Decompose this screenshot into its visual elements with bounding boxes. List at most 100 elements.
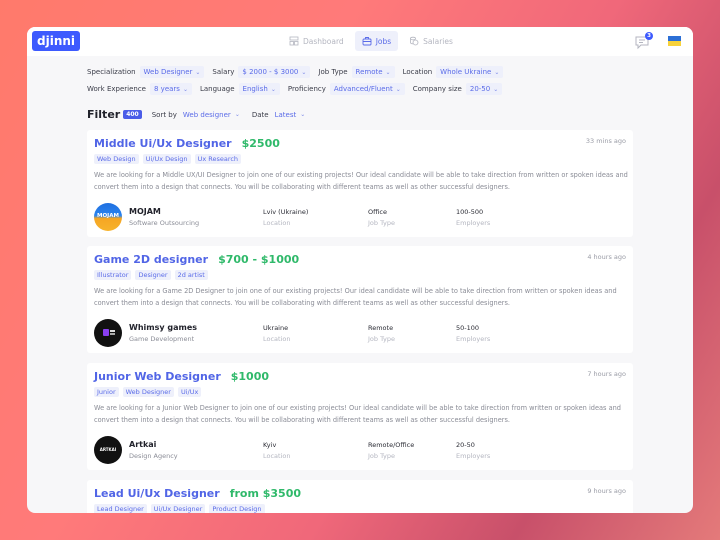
job-posted-time: 9 hours ago (587, 487, 626, 495)
job-posted-time: 7 hours ago (587, 370, 626, 378)
salary-select[interactable]: $ 2000 - $ 3000 ⌄ (238, 66, 311, 78)
job-tag[interactable]: Designer (135, 270, 171, 280)
location-label: Location (263, 335, 291, 343)
nav-salaries-label: Salaries (423, 36, 453, 46)
chevron-down-icon: ⌄ (301, 68, 307, 76)
job-title[interactable]: Lead Ui/Ux Designer (94, 487, 220, 500)
job-tags: Illustrator Designer 2d artist (94, 270, 208, 280)
proficiency-value: Advanced/Fluent (333, 85, 393, 93)
job-employers: 50-100 Employers (456, 324, 490, 343)
job-description: We are looking for a Junior Web Designer… (94, 404, 621, 424)
job-type-value: Remote (355, 68, 383, 76)
sort-by-value: Web designer (182, 110, 231, 119)
company-type: Design Agency (129, 452, 178, 460)
nav-salaries[interactable]: Salaries (402, 31, 460, 51)
work-experience-value: 8 years (154, 85, 180, 93)
company-name[interactable]: Artkai (129, 440, 178, 449)
chevron-down-icon: ⌄ (385, 68, 391, 76)
sort-by-select[interactable]: Web designer ⌄ (183, 111, 240, 119)
company-type: Software Outsourcing (129, 219, 200, 227)
job-tag[interactable]: Junior (94, 387, 119, 397)
job-tag[interactable]: Ui/Ux Design (142, 154, 191, 164)
job-tags: Lead Designer Ui/Ux Designer Product Des… (94, 504, 265, 513)
company-info: ARTKAI Artkai Design Agency (94, 436, 178, 464)
specialization-select[interactable]: Web Designer ⌄ (139, 66, 205, 78)
job-tag[interactable]: 2d artist (174, 270, 208, 280)
job-type: Remote/Office Job Type (368, 441, 414, 460)
work-experience-label: Work Experience (87, 85, 146, 93)
location-value: Kyiv (263, 441, 277, 449)
job-description: We are looking for a Game 2D Designer to… (94, 287, 617, 307)
employers-value: 50-100 (456, 324, 480, 332)
job-card[interactable]: Junior Web Designer $1000 7 hours ago Ju… (87, 363, 633, 470)
location-value: Ukraine (263, 324, 289, 332)
employers-label: Employers (456, 335, 491, 343)
proficiency-label: Proficiency (287, 85, 326, 93)
language-label: Language (199, 85, 235, 93)
job-title-row: Junior Web Designer $1000 (94, 370, 269, 383)
top-navbar: djinni Dashboard Jobs Salaries 3 (27, 27, 693, 56)
job-tag[interactable]: Ui/Ux (177, 387, 202, 397)
job-type-label: Job Type (368, 452, 396, 460)
nav-dashboard[interactable]: Dashboard (282, 31, 351, 51)
job-tag[interactable]: Ui/Ux Designer (150, 504, 206, 513)
job-tag[interactable]: Illustrator (94, 270, 132, 280)
job-tag[interactable]: Web Designer (122, 387, 174, 397)
employers-value: 20-50 (456, 441, 475, 449)
salary-value: $ 2000 - $ 3000 (242, 68, 299, 76)
chevron-down-icon: ⌄ (195, 68, 201, 76)
location-select[interactable]: Whole Ukraine ⌄ (436, 66, 504, 78)
job-tag[interactable]: Ux Research (194, 154, 242, 164)
location-label: Location (263, 452, 291, 460)
job-tags: Junior Web Designer Ui/Ux (94, 387, 202, 397)
company-logo-text: ARTKAI (99, 447, 117, 452)
messages-badge: 3 (645, 32, 653, 40)
job-tag[interactable]: Product Design (209, 504, 265, 513)
ukraine-flag-icon[interactable] (668, 36, 681, 46)
job-type: Office Job Type (368, 208, 395, 227)
coins-icon (410, 36, 419, 46)
date-value: Latest (274, 110, 297, 119)
company-name[interactable]: MOJAM (129, 207, 199, 216)
date-select[interactable]: Latest ⌄ (275, 111, 306, 119)
job-title[interactable]: Game 2D designer (94, 253, 208, 266)
chevron-down-icon: ⌄ (395, 85, 401, 93)
filter-title: Filter (87, 108, 121, 121)
job-tag[interactable]: Web Design (94, 154, 139, 164)
company-type: Game Development (129, 335, 195, 343)
company-logo (94, 319, 122, 347)
main-nav: Dashboard Jobs Salaries (282, 31, 460, 51)
job-posted-time: 4 hours ago (587, 253, 626, 261)
job-title[interactable]: Junior Web Designer (94, 370, 221, 383)
job-type-select[interactable]: Remote ⌄ (351, 66, 395, 78)
company-size-value: 20-50 (469, 85, 491, 93)
employers-value: 100-500 (456, 208, 484, 216)
job-location: Kyiv Location (263, 441, 291, 460)
chevron-down-icon: ⌄ (270, 85, 276, 93)
language-select[interactable]: English ⌄ (238, 83, 280, 95)
job-employers: 20-50 Employers (456, 441, 490, 460)
job-tag[interactable]: Lead Designer (94, 504, 147, 513)
job-title[interactable]: Middle Ui/Ux Designer (94, 137, 232, 150)
job-posted-time: 33 mins ago (585, 137, 626, 145)
chevron-down-icon: ⌄ (182, 85, 188, 93)
proficiency-select[interactable]: Advanced/Fluent ⌄ (329, 83, 405, 95)
company-name[interactable]: Whimsy games (129, 323, 197, 332)
company-size-label: Company size (412, 85, 462, 93)
company-logo: ARTKAI (94, 436, 122, 464)
job-location: Ukraine Location (263, 324, 291, 343)
djinni-logo[interactable]: djinni (32, 31, 81, 51)
work-experience-select[interactable]: 8 years ⌄ (150, 83, 192, 95)
chevron-down-icon: ⌄ (493, 85, 499, 93)
job-card[interactable]: Middle Ui/Ux Designer $2500 33 mins ago … (87, 130, 633, 237)
job-card[interactable]: Game 2D designer $700 - $1000 4 hours ag… (87, 246, 633, 353)
sort-by-label: Sort by (151, 110, 177, 119)
nav-jobs[interactable]: Jobs (354, 31, 399, 51)
chevron-down-icon: ⌄ (494, 68, 500, 76)
job-card[interactable]: Lead Ui/Ux Designer from $3500 9 hours a… (87, 480, 633, 513)
chevron-down-icon: ⌄ (300, 111, 306, 118)
filters-row-2: Work Experience 8 years ⌄ Language Englis… (87, 82, 511, 96)
nav-dashboard-label: Dashboard (303, 36, 344, 46)
company-size-select[interactable]: 20-50 ⌄ (465, 83, 503, 95)
company-info: Whimsy games Game Development (94, 319, 197, 347)
